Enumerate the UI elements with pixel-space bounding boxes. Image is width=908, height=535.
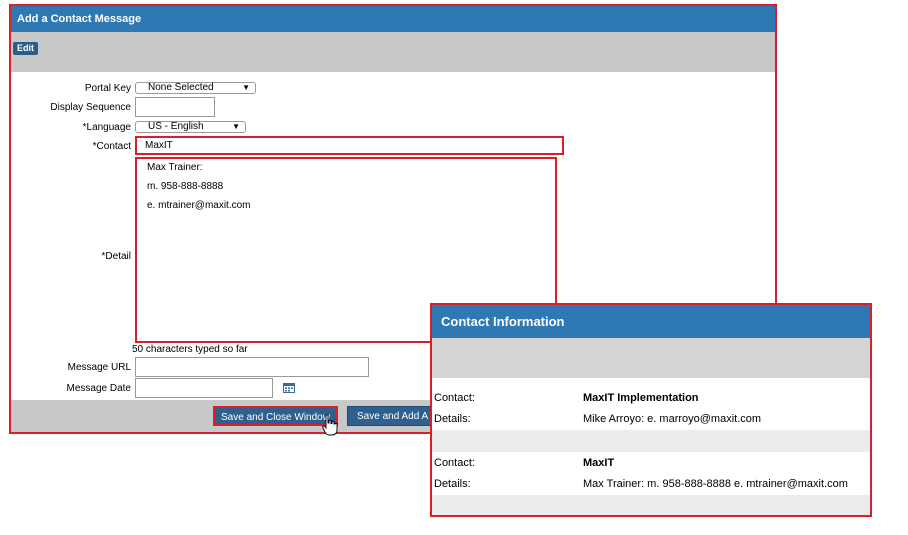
edit-button[interactable]: Edit [13,42,38,55]
contact-information-panel: Contact Information Contact: MaxIT Imple… [430,303,872,517]
details-key: Details: [434,478,471,490]
save-and-close-button[interactable]: Save and Close Window [213,406,338,426]
details-row: Details: Max Trainer: m. 958-888-8888 e.… [432,474,870,494]
toolbar: Edit [11,32,775,72]
contact-value: MaxIT Implementation [583,392,699,404]
char-count: 50 characters typed so far [132,344,248,355]
panel-title: Add a Contact Message [11,6,775,32]
message-date-label: Message Date [66,383,131,394]
detail-label: *Detail [101,251,131,262]
detail-line: Max Trainer: [147,162,203,173]
detail-line: m. 958-888-8888 [147,181,224,192]
display-sequence-input[interactable] [135,97,215,117]
dropdown-arrow-icon: ▼ [232,122,240,131]
contact-info-toolbar [432,338,870,378]
details-value: Max Trainer: m. 958-888-8888 e. mtrainer… [583,478,848,490]
row-separator [432,495,870,515]
row-separator [432,430,870,452]
dropdown-arrow-icon: ▼ [242,83,250,92]
detail-line: e. mtrainer@maxit.com [147,200,251,211]
portal-key-select[interactable]: None Selected ▼ [135,82,256,94]
contact-key: Contact: [434,392,475,404]
language-select[interactable]: US - English ▼ [135,121,246,133]
contact-input[interactable]: MaxIT [135,136,564,155]
contact-row: Contact: MaxIT Implementation [432,388,870,408]
portal-key-label: Portal Key [84,83,131,94]
message-date-input[interactable] [135,378,273,398]
portal-key-value: None Selected [148,82,214,93]
contact-value: MaxIT [583,457,615,469]
message-url-input[interactable] [135,357,369,377]
language-value: US - English [148,121,204,132]
calendar-icon[interactable] [283,383,295,393]
contact-key: Contact: [434,457,475,469]
details-key: Details: [434,413,471,425]
contact-value: MaxIT [145,140,173,151]
message-url-label: Message URL [67,362,131,373]
details-value: Mike Arroyo: e. marroyo@maxit.com [583,413,762,425]
contact-row: Contact: MaxIT [432,453,870,473]
details-row: Details: Mike Arroyo: e. marroyo@maxit.c… [432,409,870,429]
contact-info-title: Contact Information [432,305,870,338]
language-label: *Language [82,122,131,133]
hand-cursor-icon [322,414,338,436]
contact-label: *Contact [92,141,131,152]
display-sequence-label: Display Sequence [50,102,131,113]
